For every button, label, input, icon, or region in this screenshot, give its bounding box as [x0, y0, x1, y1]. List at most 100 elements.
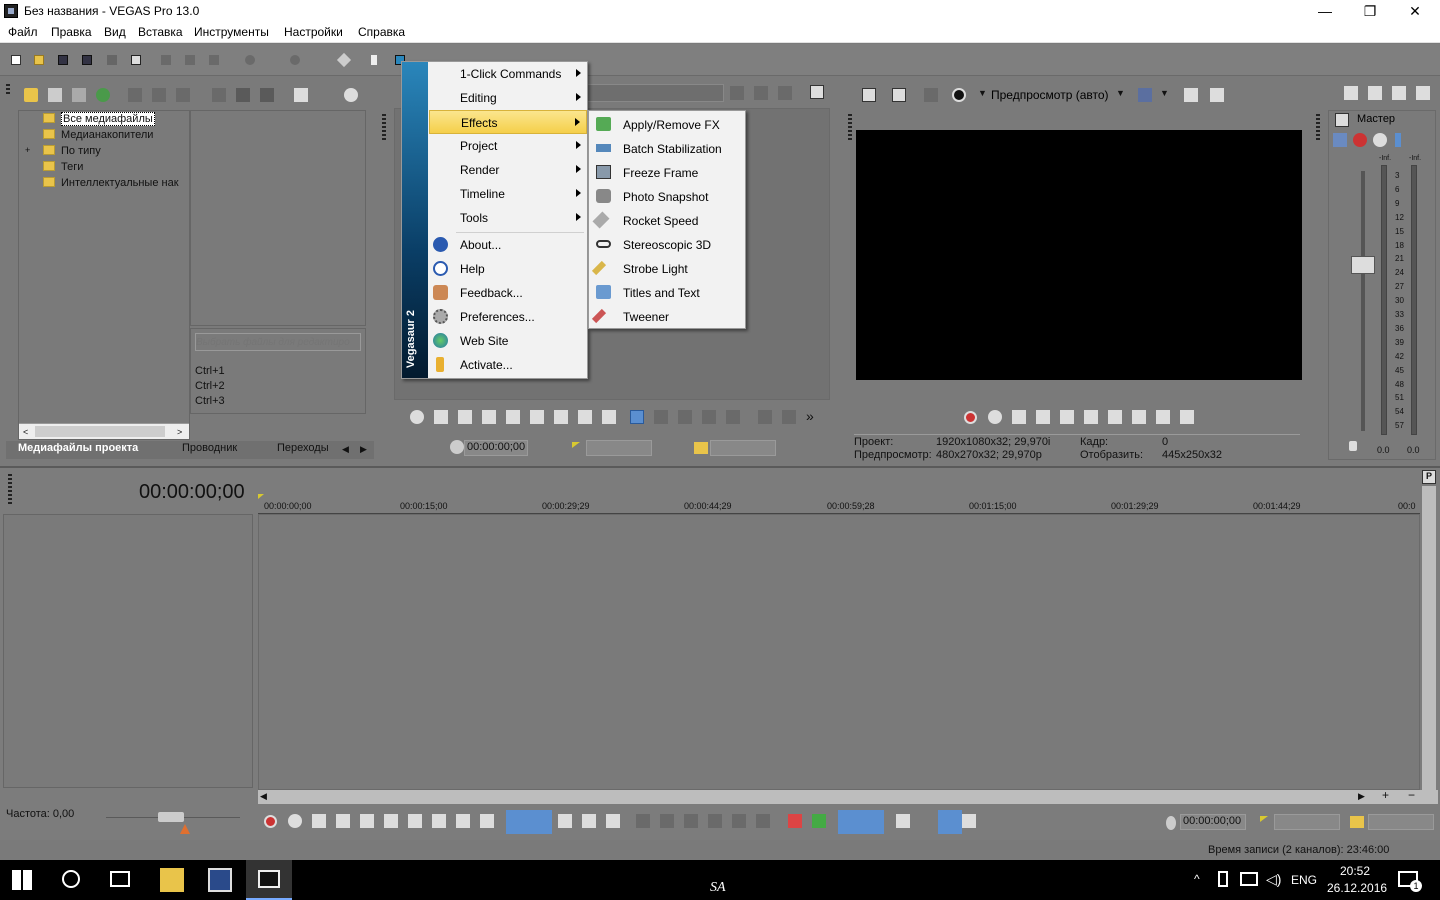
- open-folder-icon[interactable]: [31, 52, 47, 68]
- trim-start-icon[interactable]: [684, 814, 698, 828]
- trimmer-end-icon[interactable]: [554, 410, 568, 424]
- master-fx-icon[interactable]: [1335, 113, 1349, 127]
- stop-icon[interactable]: [236, 88, 250, 102]
- play-from-start-icon[interactable]: [434, 410, 448, 424]
- file-explorer-icon[interactable]: [160, 868, 184, 892]
- close-button[interactable]: ✕: [1392, 0, 1438, 23]
- volume-icon[interactable]: ◁): [1266, 871, 1281, 888]
- usb-icon[interactable]: [1218, 871, 1228, 887]
- auto-preview-icon[interactable]: [260, 88, 274, 102]
- insert-icon[interactable]: [782, 410, 796, 424]
- menu-item-help[interactable]: Help: [429, 257, 587, 281]
- menu-item-timeline[interactable]: Timeline: [429, 182, 587, 206]
- master-fader-thumb[interactable]: [1351, 256, 1375, 274]
- track-area[interactable]: [258, 514, 1420, 790]
- save-as-icon[interactable]: [79, 52, 95, 68]
- timeline-handle[interactable]: [8, 474, 12, 506]
- menu-item-about[interactable]: About...: [429, 233, 587, 257]
- master-mute-icon[interactable]: [1373, 133, 1387, 147]
- tl-go-start-icon[interactable]: [408, 814, 422, 828]
- properties-icon[interactable]: [128, 52, 144, 68]
- vegas-app-icon[interactable]: [4, 4, 18, 18]
- video-screen[interactable]: [856, 130, 1302, 380]
- tl-duration-field[interactable]: [1368, 814, 1434, 830]
- rate-slider-thumb[interactable]: [158, 812, 184, 822]
- tree-item-media-bins[interactable]: Медианакопители: [43, 129, 153, 141]
- menu-item-tools[interactable]: Tools: [429, 206, 587, 230]
- menu-file[interactable]: Файл: [8, 25, 38, 39]
- loop-icon[interactable]: [410, 410, 424, 424]
- preview-play-icon[interactable]: [1036, 410, 1050, 424]
- timeline-hscrollbar[interactable]: ◀ ▶ + −: [258, 788, 1438, 804]
- zoom-out-icon[interactable]: −: [1408, 788, 1415, 802]
- tree-item-smart-bins[interactable]: Интеллектуальные нак: [43, 177, 179, 189]
- show-hidden-icon[interactable]: ^: [1194, 872, 1200, 886]
- preview-prev-frame-icon[interactable]: [1156, 410, 1170, 424]
- fx-item-titles-and-text[interactable]: Titles and Text: [590, 280, 745, 304]
- external-monitor-icon[interactable]: [892, 88, 906, 102]
- overlays-icon[interactable]: [1138, 88, 1152, 102]
- master-tool-4-icon[interactable]: [1416, 86, 1430, 100]
- trim-end-icon[interactable]: [708, 814, 722, 828]
- master-tool-3-icon[interactable]: [1392, 86, 1406, 100]
- master-fx-chain-icon[interactable]: [1353, 133, 1367, 147]
- scroll-right-icon[interactable]: >: [177, 427, 182, 437]
- tl-loop-icon[interactable]: [288, 814, 302, 828]
- tl-pause-icon[interactable]: [360, 814, 374, 828]
- timeline-vscrollbar[interactable]: [1422, 486, 1436, 790]
- tl-play-icon[interactable]: [336, 814, 350, 828]
- fx-item-photo-snapshot[interactable]: Photo Snapshot: [590, 184, 745, 208]
- trimmer-prev-frame-icon[interactable]: [578, 410, 592, 424]
- network-icon[interactable]: [1240, 872, 1258, 886]
- tabs-left-icon[interactable]: ◀: [342, 444, 349, 455]
- tab-transitions[interactable]: Переходы: [277, 442, 329, 454]
- trimmer-next-frame-icon[interactable]: [602, 410, 616, 424]
- hscroll-left-icon[interactable]: ◀: [260, 791, 267, 802]
- preview-next-frame-icon[interactable]: [1180, 410, 1194, 424]
- fx-item-freeze-frame[interactable]: Freeze Frame: [590, 160, 745, 184]
- menu-item-web-site[interactable]: Web Site: [429, 329, 587, 353]
- preview-go-end-icon[interactable]: [1132, 410, 1146, 424]
- split-screen-icon[interactable]: [924, 88, 938, 102]
- tl-next-frame-icon[interactable]: [480, 814, 494, 828]
- remove-icon[interactable]: [128, 88, 142, 102]
- search-taskbar-icon[interactable]: [62, 870, 80, 888]
- master-tool-2-icon[interactable]: [1368, 86, 1382, 100]
- master-tool-1-icon[interactable]: [1344, 86, 1358, 100]
- overwrite-icon[interactable]: [758, 410, 772, 424]
- preview-stop-icon[interactable]: [1084, 410, 1098, 424]
- preview-go-start-icon[interactable]: [1108, 410, 1122, 424]
- marker-icon[interactable]: [788, 814, 802, 828]
- tl-bottom-timecode[interactable]: 00:00:00;00: [1180, 814, 1246, 830]
- menu-options[interactable]: Настройки: [284, 25, 343, 39]
- preview-pause-icon[interactable]: [1060, 410, 1074, 424]
- split-icon[interactable]: [732, 814, 746, 828]
- minimize-button[interactable]: —: [1302, 0, 1348, 23]
- tl-play-start-icon[interactable]: [312, 814, 326, 828]
- lock-icon[interactable]: [756, 814, 770, 828]
- trimmer-in-field[interactable]: [586, 440, 652, 456]
- copy-snapshot-icon[interactable]: [1184, 88, 1198, 102]
- fx-item-tweener[interactable]: Tweener: [590, 304, 745, 328]
- play-icon[interactable]: [212, 88, 226, 102]
- panel-close-icon[interactable]: [6, 84, 10, 94]
- master-pan-icon[interactable]: [1333, 133, 1347, 147]
- menu-item-editing[interactable]: Editing: [429, 86, 587, 110]
- fx-item-batch-stabilization[interactable]: Batch Stabilization: [590, 136, 745, 160]
- record-icon[interactable]: [964, 411, 977, 424]
- save-snapshot-icon[interactable]: [1210, 88, 1224, 102]
- zoom-tool-icon[interactable]: [606, 814, 620, 828]
- tree-item-by-type[interactable]: По типу: [43, 145, 101, 157]
- tree-hscrollbar[interactable]: < >: [19, 423, 189, 439]
- import-media-icon[interactable]: [24, 88, 38, 102]
- trimmer-start-icon[interactable]: [530, 410, 544, 424]
- views-icon[interactable]: [294, 88, 308, 102]
- tree-item-tags[interactable]: Теги: [43, 161, 83, 173]
- tl-prev-frame-icon[interactable]: [456, 814, 470, 828]
- tl-record-icon[interactable]: [264, 815, 277, 828]
- selection-tool-icon[interactable]: [582, 814, 596, 828]
- trimmer-tool-2-icon[interactable]: [754, 86, 768, 100]
- trimmer-monitor-icon[interactable]: [810, 85, 824, 99]
- menu-item-preferences[interactable]: Preferences...: [429, 305, 587, 329]
- fx-item-apply-remove-fx[interactable]: Apply/Remove FX: [590, 112, 745, 136]
